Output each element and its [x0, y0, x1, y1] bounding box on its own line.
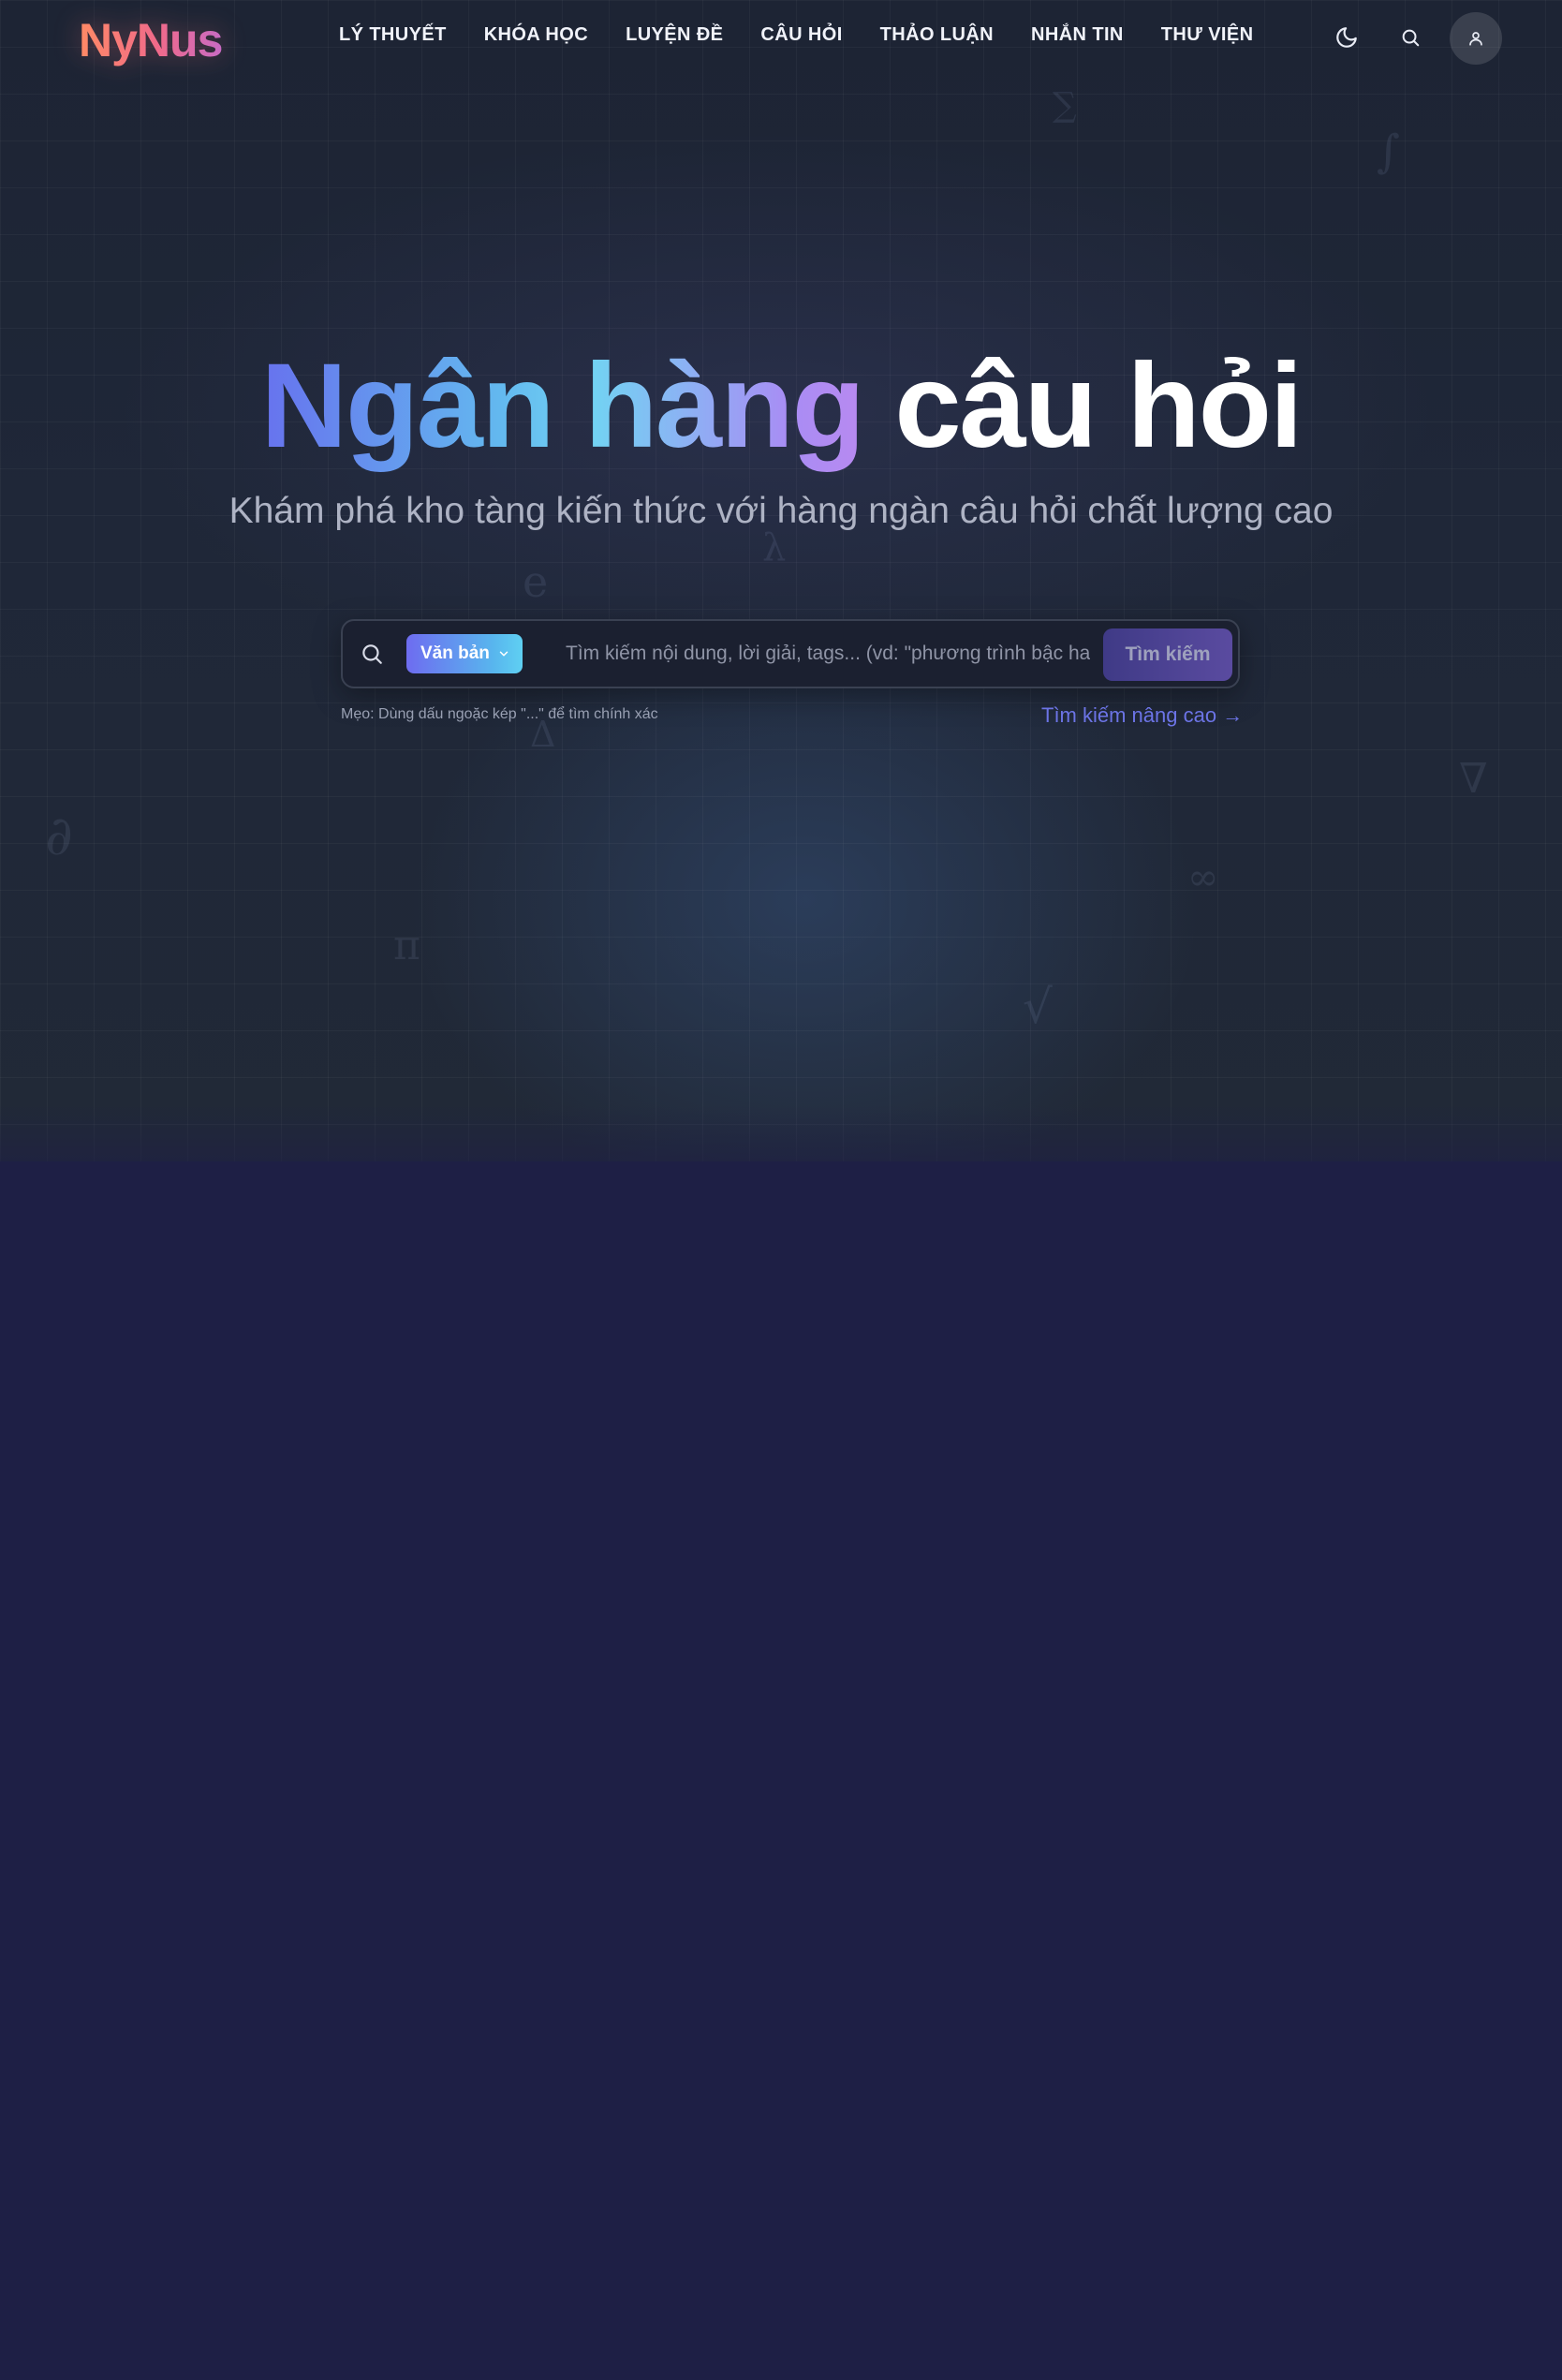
question-search-bar: Văn bản Tìm kiếm [341, 619, 1240, 688]
header-search-button[interactable] [1386, 13, 1435, 62]
search-icon [362, 644, 382, 664]
page-title: Ngân hàng câu hỏi [0, 337, 1562, 475]
nav-item-nhan-tin[interactable]: NHẮN TIN [1031, 24, 1124, 46]
math-symbol-sqrt: √ [1023, 980, 1053, 1034]
user-icon [1469, 32, 1482, 46]
search-submit-button[interactable]: Tìm kiếm [1103, 628, 1232, 681]
user-menu-button[interactable] [1450, 12, 1502, 65]
math-symbol-pi: π [393, 922, 420, 969]
hero-section: ∑ ∫ λ e Δ ∂ π ∞ √ ∇ NyNus LÝ THUYẾT KHÓA… [0, 0, 1562, 1161]
nav-item-cau-hoi[interactable]: CÂU HỎI [760, 24, 842, 46]
page-title-rest: câu hỏi [894, 339, 1303, 473]
content-area [0, 1161, 1562, 2380]
search-mode-dropdown[interactable]: Văn bản [406, 634, 523, 673]
math-symbol-sum: ∑ [1053, 86, 1077, 125]
nav-item-thao-luan[interactable]: THẢO LUẬN [880, 24, 994, 46]
nav-links: LÝ THUYẾT KHÓA HỌC LUYỆN ĐỀ CÂU HỎI THẢO… [339, 24, 1290, 46]
math-symbol-nabla: ∇ [1459, 755, 1488, 803]
hero-grid-background [0, 0, 1562, 1161]
search-icon [1402, 29, 1420, 47]
chevron-down-icon [499, 651, 508, 657]
moon-icon [1336, 27, 1357, 48]
top-navbar: NyNus LÝ THUYẾT KHÓA HỌC LUYỆN ĐỀ CÂU HỎ… [0, 0, 1562, 75]
nav-item-khoa-hoc[interactable]: KHÓA HỌC [484, 24, 588, 46]
page-title-highlight: Ngân hàng [260, 339, 865, 473]
page-subtitle: Khám phá kho tàng kiến thức với hàng ngà… [228, 491, 1334, 531]
math-symbol-partial: ∂ [45, 804, 73, 867]
math-symbol-lambda: λ [762, 526, 787, 569]
math-symbol-integral: ∫ [1377, 126, 1401, 178]
nav-item-thu-vien[interactable]: THƯ VIỆN [1161, 24, 1254, 46]
hero-bottom-fade [0, 1105, 1562, 1161]
search-mode-label: Văn bản [420, 643, 490, 663]
nav-item-luyen-de[interactable]: LUYỆN ĐỀ [626, 24, 723, 46]
math-symbol-e: e [523, 556, 549, 607]
nav-item-ly-thuyet[interactable]: LÝ THUYẾT [339, 24, 447, 46]
theme-toggle-button[interactable] [1322, 13, 1371, 62]
advanced-search-link[interactable]: Tìm kiếm nâng cao → [1041, 703, 1243, 728]
math-symbol-infinity: ∞ [1187, 856, 1219, 899]
search-tip: Mẹo: Dùng dấu ngoặc kép "..." để tìm chí… [341, 706, 658, 722]
search-input[interactable] [566, 634, 1090, 673]
logo[interactable]: NyNus [79, 13, 223, 67]
